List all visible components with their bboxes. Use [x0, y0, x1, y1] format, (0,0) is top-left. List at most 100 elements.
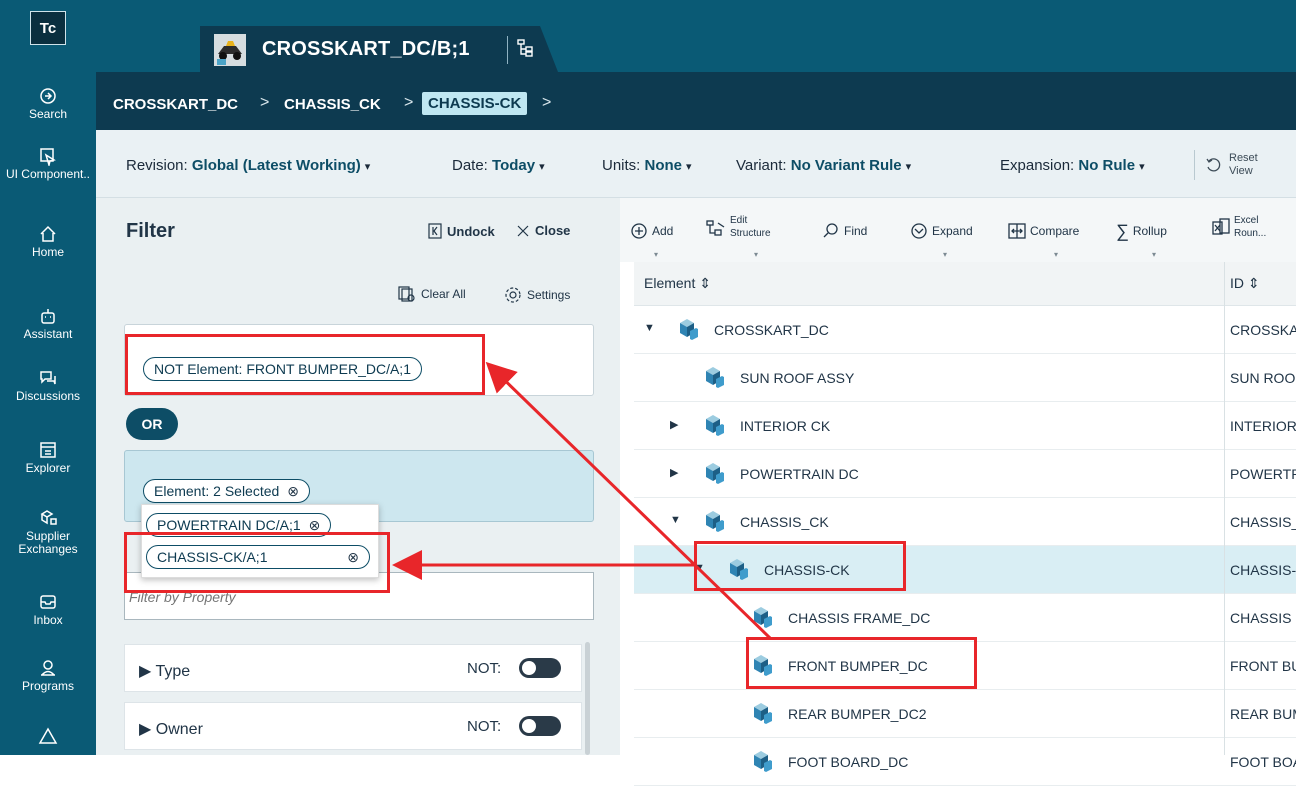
facet-owner[interactable]: ▶ Owner NOT:	[124, 702, 582, 750]
tree-row-id: CROSSKART_DC	[1230, 322, 1296, 338]
facet-type-not-toggle[interactable]	[519, 658, 561, 678]
tree-row-id: INTERIOR CK	[1230, 418, 1296, 434]
search-icon	[40, 88, 56, 104]
supplier-icon	[40, 510, 57, 525]
tree-row[interactable]: ▼ CHASSIS_CK CHASSIS_CK	[634, 498, 1296, 546]
tree-row[interactable]: ▼ CROSSKART_DC CROSSKART_DC	[634, 306, 1296, 354]
breadcrumb: CROSSKART_DC > CHASSIS_CK > CHASSIS-CK >	[96, 72, 1296, 130]
annotation-box-front-bumper-row	[746, 637, 977, 689]
close-button[interactable]: Close	[516, 223, 570, 238]
tree-row-name: FOOT BOARD_DC	[788, 754, 909, 770]
teamcenter-logo[interactable]: Tc	[30, 11, 66, 45]
gear-icon	[505, 287, 521, 303]
filter-chip-selected-label: Element: 2 Selected	[154, 483, 280, 499]
nav-search-label: Search	[28, 107, 68, 121]
facet-owner-label: ▶ Owner	[139, 721, 203, 738]
reset-view-button[interactable]: Reset View	[1194, 150, 1296, 180]
remove-icon[interactable]: ⊗	[287, 483, 299, 500]
nav-more[interactable]	[0, 726, 96, 748]
tree-row[interactable]: CHASSIS FRAME_DC CHASSIS FRAME_DC	[634, 594, 1296, 642]
nav-ui-component-label: UI Component..	[5, 167, 91, 181]
tree-row[interactable]: SUN ROOF ASSY SUN ROOF ASSY	[634, 354, 1296, 402]
nav-search[interactable]: Search	[0, 86, 96, 121]
excel-roundtrip-button[interactable]: Excel Roun...	[1212, 216, 1266, 239]
tree-row[interactable]: FOOT BOARD_DC FOOT BOARD_DC	[634, 738, 1296, 786]
nav-discussions[interactable]: Discussions	[0, 368, 96, 403]
edit-structure-button[interactable]: Edit Structure	[706, 216, 771, 239]
tree-row-id: SUN ROOF ASSY	[1230, 370, 1296, 386]
collapse-twisty-icon[interactable]: ▼	[644, 322, 655, 334]
compare-button[interactable]: Compare	[1008, 222, 1079, 240]
revision-rule-selector[interactable]: Revision: Global (Latest Working) ▾	[126, 157, 370, 174]
expand-button[interactable]: Expand	[910, 222, 973, 240]
expand-dropdown[interactable]: ▾	[943, 250, 947, 259]
tree-row[interactable]: ▶ POWERTRAIN DC POWERTRAIN DC	[634, 450, 1296, 498]
filter-chip-element-selected[interactable]: Element: 2 Selected ⊗	[143, 479, 311, 503]
undock-label: Undock	[447, 223, 495, 239]
reset-label: Reset	[1229, 152, 1258, 164]
tree-toolbar: Add ▾ Edit Structure ▾ Find Expand ▾ Comp…	[620, 198, 1296, 262]
nav-home[interactable]: Home	[0, 224, 96, 259]
column-header-element[interactable]: Element ⇕	[644, 275, 711, 292]
nav-programs[interactable]: Programs	[0, 658, 96, 693]
ui-component-icon	[40, 148, 56, 166]
tree-row-name: SUN ROOF ASSY	[740, 370, 855, 386]
remove-icon[interactable]: ⊗	[309, 517, 321, 534]
edit-dropdown[interactable]: ▾	[754, 250, 758, 259]
annotation-box-not-element	[125, 334, 485, 395]
rollup-dropdown[interactable]: ▾	[1152, 250, 1156, 259]
add-dropdown[interactable]: ▾	[654, 250, 658, 259]
nav-supplier-exchanges-label: Supplier Exchanges	[18, 529, 78, 556]
find-button[interactable]: Find	[822, 222, 867, 240]
variant-selector[interactable]: Variant: No Variant Rule ▾	[736, 157, 911, 174]
expand-twisty-icon[interactable]: ▶	[670, 466, 678, 479]
date-selector[interactable]: Date: Today ▾	[452, 157, 545, 174]
structure-icon[interactable]	[516, 38, 536, 58]
expansion-selector[interactable]: Expansion: No Rule ▾	[1000, 157, 1145, 174]
expand-twisty-icon[interactable]: ▶	[670, 418, 678, 431]
facet-type[interactable]: ▶ Type NOT:	[124, 644, 582, 692]
filter-title: Filter	[126, 220, 175, 242]
breadcrumb-item-crosskart[interactable]: CROSSKART_DC	[113, 96, 238, 113]
chevron-right-icon: >	[404, 94, 414, 111]
left-navigation: Tc Search UI Component.. Home Assistant …	[0, 0, 96, 755]
tree-row[interactable]: ▶ INTERIOR CK INTERIOR CK	[634, 402, 1296, 450]
add-button[interactable]: Add	[630, 222, 673, 240]
reset-view-label: View	[1229, 165, 1253, 177]
clear-all-button[interactable]: Clear All	[398, 286, 466, 302]
rollup-button[interactable]: ∑ Rollup	[1116, 222, 1167, 240]
filter-panel: Filter Undock Close Clear All Settings N…	[96, 198, 620, 755]
tree-row[interactable]: REAR BUMPER_DC2 REAR BUMPER_DC2	[634, 690, 1296, 738]
nav-supplier-exchanges[interactable]: Supplier Exchanges	[0, 508, 96, 556]
tab-bar: CROSSKART_DC/B;1	[96, 0, 1296, 72]
nav-inbox[interactable]: Inbox	[0, 592, 96, 627]
undock-button[interactable]: Undock	[428, 223, 495, 239]
facet-type-label: ▶ Type	[139, 663, 191, 680]
part-icon	[706, 463, 724, 484]
nav-ui-component[interactable]: UI Component..	[0, 146, 96, 181]
or-button[interactable]: OR	[126, 408, 178, 440]
breadcrumb-item-active[interactable]: CHASSIS-CK	[422, 92, 528, 115]
nav-explorer[interactable]: Explorer	[0, 440, 96, 475]
settings-button[interactable]: Settings	[504, 286, 570, 304]
close-icon	[517, 225, 529, 236]
breadcrumb-item-chassis[interactable]: CHASSIS_CK	[284, 96, 381, 113]
tab-title: CROSSKART_DC/B;1	[262, 38, 470, 60]
chevron-right-icon: >	[260, 94, 270, 111]
units-selector[interactable]: Units: None ▾	[602, 157, 692, 174]
home-icon	[40, 225, 56, 242]
expand-icon: ▶	[139, 721, 152, 738]
tab-crosskart[interactable]: CROSSKART_DC/B;1	[200, 26, 558, 72]
tree-row-name: INTERIOR CK	[740, 418, 831, 434]
nav-discussions-label: Discussions	[15, 389, 81, 403]
column-header-id[interactable]: ID ⇕	[1230, 275, 1260, 292]
tree-row-name: CROSSKART_DC	[714, 322, 829, 338]
chevron-right-icon[interactable]: >	[542, 94, 551, 112]
facet-owner-not-label: NOT:	[467, 718, 502, 735]
filter-scrollbar[interactable]	[585, 642, 590, 755]
facet-owner-not-toggle[interactable]	[519, 716, 561, 736]
column-divider[interactable]	[1224, 262, 1225, 755]
compare-dropdown[interactable]: ▾	[1054, 250, 1058, 259]
collapse-twisty-icon[interactable]: ▼	[670, 514, 681, 526]
nav-assistant[interactable]: Assistant	[0, 306, 96, 341]
